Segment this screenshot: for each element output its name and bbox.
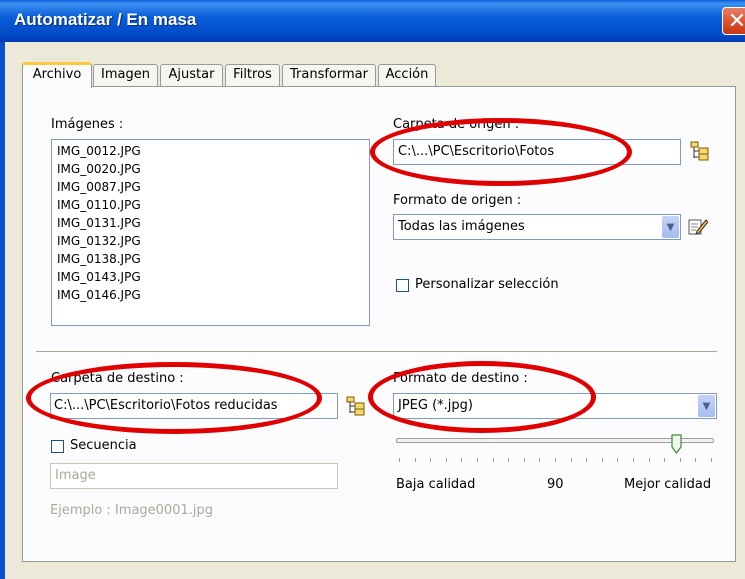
- slider-tick: [664, 458, 666, 462]
- list-item[interactable]: IMG_0132.JPG: [57, 234, 141, 248]
- slider-tick: [586, 458, 588, 462]
- close-icon: ✕: [727, 9, 745, 34]
- list-item[interactable]: IMG_0012.JPG: [57, 144, 141, 158]
- folder-tree-icon[interactable]: [346, 396, 366, 416]
- tab-transformar[interactable]: Transformar: [282, 64, 376, 86]
- sequence-label[interactable]: Secuencia: [70, 438, 137, 453]
- tab-filtros[interactable]: Filtros: [225, 64, 280, 86]
- source-folder-input[interactable]: C:\...\PC\Escritorio\Fotos: [393, 139, 681, 165]
- example-text: Ejemplo : Image0001.jpg: [50, 503, 213, 518]
- images-list[interactable]: IMG_0012.JPG IMG_0020.JPG IMG_0087.JPG I…: [51, 139, 370, 326]
- destination-format-label: Formato de destino :: [393, 371, 528, 386]
- destination-format-select[interactable]: JPEG (*.jpg) ▼: [393, 393, 717, 419]
- slider-tick: [508, 458, 510, 462]
- slider-tick: [695, 458, 697, 462]
- slider-tick: [633, 458, 634, 462]
- slider-tick: [679, 458, 681, 462]
- destination-folder-label: Carpeta de destino :: [51, 371, 184, 386]
- quality-slider-track[interactable]: [396, 438, 714, 443]
- folder-tree-icon[interactable]: [690, 141, 710, 161]
- slider-tick: [648, 458, 650, 462]
- source-format-label: Formato de origen :: [393, 193, 522, 208]
- list-item[interactable]: IMG_0143.JPG: [57, 270, 141, 284]
- list-item[interactable]: IMG_0110.JPG: [57, 198, 141, 212]
- source-format-select[interactable]: Todas las imágenes ▼: [393, 214, 681, 240]
- images-label: Imágenes :: [51, 117, 124, 132]
- slider-tick: [539, 458, 541, 462]
- edit-pencil-icon[interactable]: [688, 216, 708, 236]
- section-divider: [36, 351, 717, 353]
- list-item[interactable]: IMG_0020.JPG: [57, 162, 141, 176]
- slider-tick: [601, 458, 603, 462]
- slider-tick: [492, 458, 494, 462]
- tab-ajustar[interactable]: Ajustar: [160, 64, 223, 86]
- dialog-window: Automatizar / En masa ✕ Archivo Imagen A…: [0, 0, 745, 579]
- close-button[interactable]: ✕: [722, 7, 745, 35]
- slider-tick: [617, 458, 619, 462]
- quality-slider-thumb[interactable]: [671, 434, 682, 454]
- custom-selection-label[interactable]: Personalizar selección: [415, 277, 559, 292]
- custom-selection-checkbox[interactable]: [396, 279, 409, 292]
- low-quality-label: Baja calidad: [396, 477, 476, 492]
- tab-accion[interactable]: Acción: [378, 64, 436, 86]
- list-item[interactable]: IMG_0131.JPG: [57, 216, 141, 230]
- chevron-down-icon[interactable]: ▼: [698, 395, 715, 417]
- source-folder-label: Carpeta de origen :: [393, 117, 520, 132]
- source-format-value: Todas las imágenes: [398, 219, 525, 234]
- window-title: Automatizar / En masa: [14, 10, 197, 29]
- chevron-down-icon[interactable]: ▼: [662, 216, 679, 238]
- slider-tick: [477, 458, 478, 462]
- slider-tick: [711, 458, 712, 462]
- list-item[interactable]: IMG_0138.JPG: [57, 252, 141, 266]
- slider-tick: [461, 458, 463, 462]
- list-item[interactable]: IMG_0087.JPG: [57, 180, 141, 194]
- slider-tick: [414, 458, 416, 462]
- tab-archivo[interactable]: Archivo: [22, 62, 92, 88]
- high-quality-label: Mejor calidad: [624, 477, 712, 492]
- sequence-checkbox[interactable]: [51, 440, 64, 453]
- slider-tick: [445, 458, 447, 462]
- tab-imagen[interactable]: Imagen: [93, 64, 158, 86]
- window-frame: [0, 42, 5, 579]
- slider-tick: [555, 458, 556, 462]
- title-bar[interactable]: Automatizar / En masa ✕: [0, 0, 745, 42]
- sequence-name-input[interactable]: Image: [50, 463, 338, 489]
- slider-tick: [430, 458, 432, 462]
- slider-tick: [523, 458, 525, 462]
- quality-value: 90: [547, 477, 564, 492]
- list-item[interactable]: IMG_0146.JPG: [57, 288, 141, 302]
- slider-tick: [570, 458, 572, 462]
- destination-folder-input[interactable]: C:\...\PC\Escritorio\Fotos reducidas: [50, 393, 338, 419]
- slider-tick: [399, 458, 400, 462]
- destination-format-value: JPEG (*.jpg): [398, 398, 473, 413]
